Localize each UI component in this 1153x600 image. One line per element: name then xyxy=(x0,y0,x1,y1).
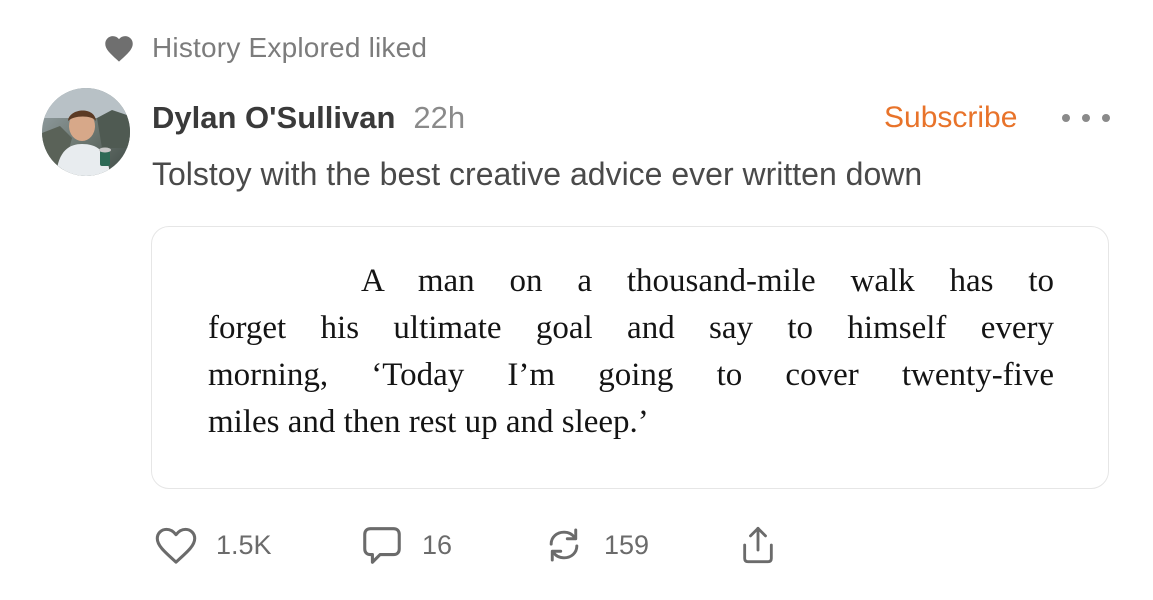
share-upload-icon xyxy=(732,520,784,570)
like-button[interactable]: 1.5K xyxy=(150,520,272,570)
avatar[interactable] xyxy=(42,88,130,176)
quote-card[interactable]: A man on a thousand-mile walk has to for… xyxy=(151,226,1109,489)
dot-icon xyxy=(1102,114,1110,122)
restack-button[interactable]: 159 xyxy=(538,520,649,570)
like-count: 1.5K xyxy=(216,529,272,560)
more-dots-icon[interactable] xyxy=(1062,103,1110,133)
author-row: Dylan O'Sullivan 22h xyxy=(152,96,465,140)
restack-count: 159 xyxy=(604,529,650,560)
heart-outline-icon xyxy=(150,520,202,570)
comment-button[interactable]: 16 xyxy=(356,520,452,570)
subscribe-button[interactable]: Subscribe xyxy=(884,96,1017,140)
liked-by-text[interactable]: History Explored liked xyxy=(152,32,427,64)
dot-icon xyxy=(1062,114,1070,122)
speech-bubble-icon xyxy=(356,520,408,570)
quote-line: miles and then rest up and sleep.’ xyxy=(208,404,649,440)
share-button[interactable] xyxy=(732,520,784,570)
liked-by-row: History Explored liked xyxy=(102,28,427,68)
quote-line: morning, ‘Today I’m going to cover twent… xyxy=(208,357,1054,393)
quote-line: A man on a thousand-mile walk has to xyxy=(361,263,1054,299)
post-body-text: Tolstoy with the best creative advice ev… xyxy=(152,156,923,192)
dot-icon xyxy=(1082,114,1090,122)
post-timestamp: 22h xyxy=(413,100,466,135)
quote-line: forget his ultimate goal and say to hims… xyxy=(208,310,1054,346)
note-post: History Explored liked Dylan O'Sullivan … xyxy=(0,0,1153,600)
comment-count: 16 xyxy=(422,529,453,560)
restack-arrows-icon xyxy=(538,520,590,570)
quote-text: A man on a thousand-mile walk has to for… xyxy=(208,258,1054,446)
heart-filled-icon xyxy=(102,31,136,65)
author-name[interactable]: Dylan O'Sullivan xyxy=(152,100,395,136)
